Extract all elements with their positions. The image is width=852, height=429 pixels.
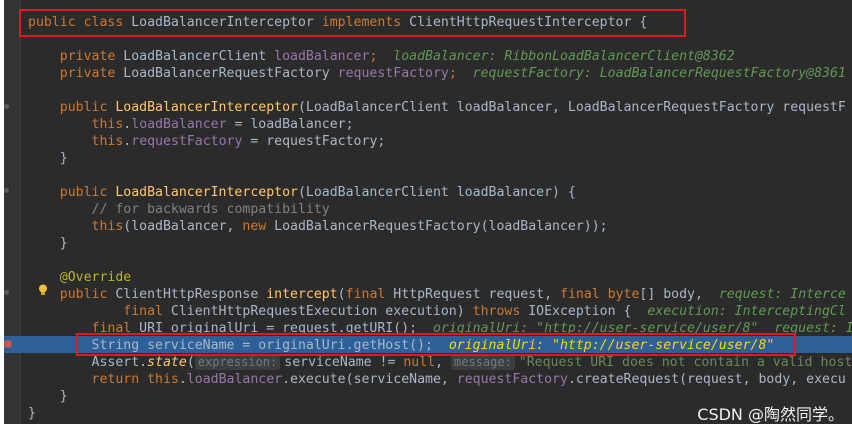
string-literal: "Request URI does not contain a valid ho… bbox=[518, 355, 852, 370]
code-line-14: final ClientHttpRequestExecution executi… bbox=[28, 303, 846, 320]
keyword: this bbox=[91, 134, 124, 149]
code-text: (LoadBalancerClient loadBalancer, LoadBa… bbox=[297, 100, 846, 115]
code-line-7: } bbox=[28, 150, 68, 167]
code-line-3: private LoadBalancerRequestFactory reque… bbox=[28, 65, 846, 82]
code-editor[interactable]: public class LoadBalancerInterceptor imp… bbox=[4, 0, 852, 424]
keyword: final bbox=[345, 287, 394, 302]
keyword: this bbox=[91, 219, 124, 234]
keyword: final byte bbox=[560, 287, 640, 302]
semicolon: ; bbox=[369, 49, 378, 64]
field-name: loadBalancer bbox=[186, 372, 283, 387]
code-text: LoadBalancerRequestFactory(loadBalancer)… bbox=[274, 219, 608, 234]
debug-value-hint: execution: InterceptingCl bbox=[647, 304, 846, 319]
method-name: state bbox=[147, 355, 187, 370]
watermark-text: CSDN @陶然同学。 bbox=[697, 405, 844, 424]
constructor-name: LoadBalancerInterceptor bbox=[115, 100, 298, 115]
method-name: intercept bbox=[266, 287, 338, 302]
keyword: private bbox=[59, 66, 124, 81]
code-text: . bbox=[178, 372, 187, 387]
closing-brace: } bbox=[59, 389, 68, 404]
field-name: loadBalancer bbox=[274, 49, 370, 64]
code-comment: // for backwards compatibility bbox=[91, 202, 330, 217]
code-text: .execute(serviceName, bbox=[282, 372, 457, 387]
type-name: LoadBalancerClient bbox=[123, 49, 275, 64]
code-line-12: @Override bbox=[28, 269, 131, 286]
code-text: = loadBalancer; bbox=[226, 117, 354, 132]
keyword: throws bbox=[472, 304, 529, 319]
code-text: IOException { bbox=[528, 304, 632, 319]
code-line-5: this.loadBalancer = loadBalancer; bbox=[28, 116, 354, 133]
code-line-10: this(loadBalancer, new LoadBalancerReque… bbox=[28, 218, 608, 235]
field-name: requestFactory bbox=[337, 66, 449, 81]
keyword: private bbox=[59, 49, 124, 64]
keyword: public bbox=[59, 287, 116, 302]
gutter-divider bbox=[20, 0, 21, 424]
code-text: serviceName != bbox=[284, 355, 404, 370]
code-text: ( bbox=[337, 287, 346, 302]
code-line-11: } bbox=[28, 235, 68, 252]
code-line-6: this.requestFactory = requestFactory; bbox=[28, 133, 386, 150]
code-text: .createRequest(request, body, execu bbox=[567, 372, 846, 387]
type-name: LoadBalancerRequestFactory bbox=[123, 66, 338, 81]
closing-brace: } bbox=[59, 236, 68, 251]
code-line-8: public LoadBalancerInterceptor(LoadBalan… bbox=[28, 184, 576, 201]
type-name: ClientHttpResponse bbox=[115, 287, 267, 302]
editor-gutter[interactable] bbox=[4, 0, 20, 424]
closing-brace: } bbox=[28, 406, 36, 421]
fold-marker-icon[interactable] bbox=[4, 290, 9, 295]
parameter-name-hint: expression: bbox=[194, 355, 281, 370]
debug-value-hint: loadBalancer: RibbonLoadBalancerClient@8… bbox=[393, 49, 735, 64]
code-text: (loadBalancer, bbox=[123, 219, 243, 234]
field-name: loadBalancer bbox=[131, 117, 227, 132]
keyword: return this bbox=[91, 372, 179, 387]
code-line-20: } bbox=[28, 405, 36, 422]
breakpoint-icon[interactable] bbox=[4, 340, 12, 348]
code-text: ClientHttpRequestExecution execution) bbox=[170, 304, 473, 319]
code-line-9: // for backwards compatibility bbox=[28, 201, 330, 218]
annotation: @Override bbox=[59, 270, 132, 285]
code-line-2: private LoadBalancerClient loadBalancer;… bbox=[28, 48, 735, 65]
code-text: , bbox=[435, 355, 451, 370]
keyword: public bbox=[59, 100, 116, 115]
fold-marker-icon[interactable] bbox=[4, 104, 9, 109]
parameter-name-hint: message: bbox=[451, 355, 515, 370]
code-text: = requestFactory; bbox=[242, 134, 386, 149]
semicolon: ; bbox=[448, 66, 457, 81]
code-line-18: return this.loadBalancer.execute(service… bbox=[28, 371, 846, 388]
code-text: ( bbox=[186, 355, 195, 370]
code-line-17: Assert.state(expression: serviceName != n… bbox=[28, 354, 852, 371]
keyword: null bbox=[403, 355, 436, 370]
code-text: HttpRequest request, bbox=[393, 287, 560, 302]
keyword: final bbox=[123, 304, 171, 319]
field-name: requestFactory bbox=[456, 372, 568, 387]
debug-value-hint: requestFactory: LoadBalancerRequestFacto… bbox=[472, 66, 846, 81]
keyword: this bbox=[91, 117, 124, 132]
highlight-box-class-declaration bbox=[19, 9, 686, 37]
keyword: new bbox=[242, 219, 275, 234]
keyword: public bbox=[59, 185, 116, 200]
closing-brace: } bbox=[59, 151, 68, 166]
highlight-box-service-name-line bbox=[76, 333, 796, 356]
constructor-name: LoadBalancerInterceptor bbox=[115, 185, 298, 200]
code-line-4: public LoadBalancerInterceptor(LoadBalan… bbox=[28, 99, 846, 116]
code-text: (LoadBalancerClient loadBalancer) { bbox=[297, 185, 576, 200]
code-text: [] body, bbox=[639, 287, 703, 302]
code-line-13: public ClientHttpResponse intercept(fina… bbox=[28, 286, 846, 303]
fold-marker-icon[interactable] bbox=[4, 188, 9, 193]
code-line-19: } bbox=[28, 388, 68, 405]
debug-value-hint: request: Interce bbox=[718, 287, 846, 302]
field-name: requestFactory bbox=[131, 134, 243, 149]
code-text: Assert. bbox=[91, 355, 148, 370]
